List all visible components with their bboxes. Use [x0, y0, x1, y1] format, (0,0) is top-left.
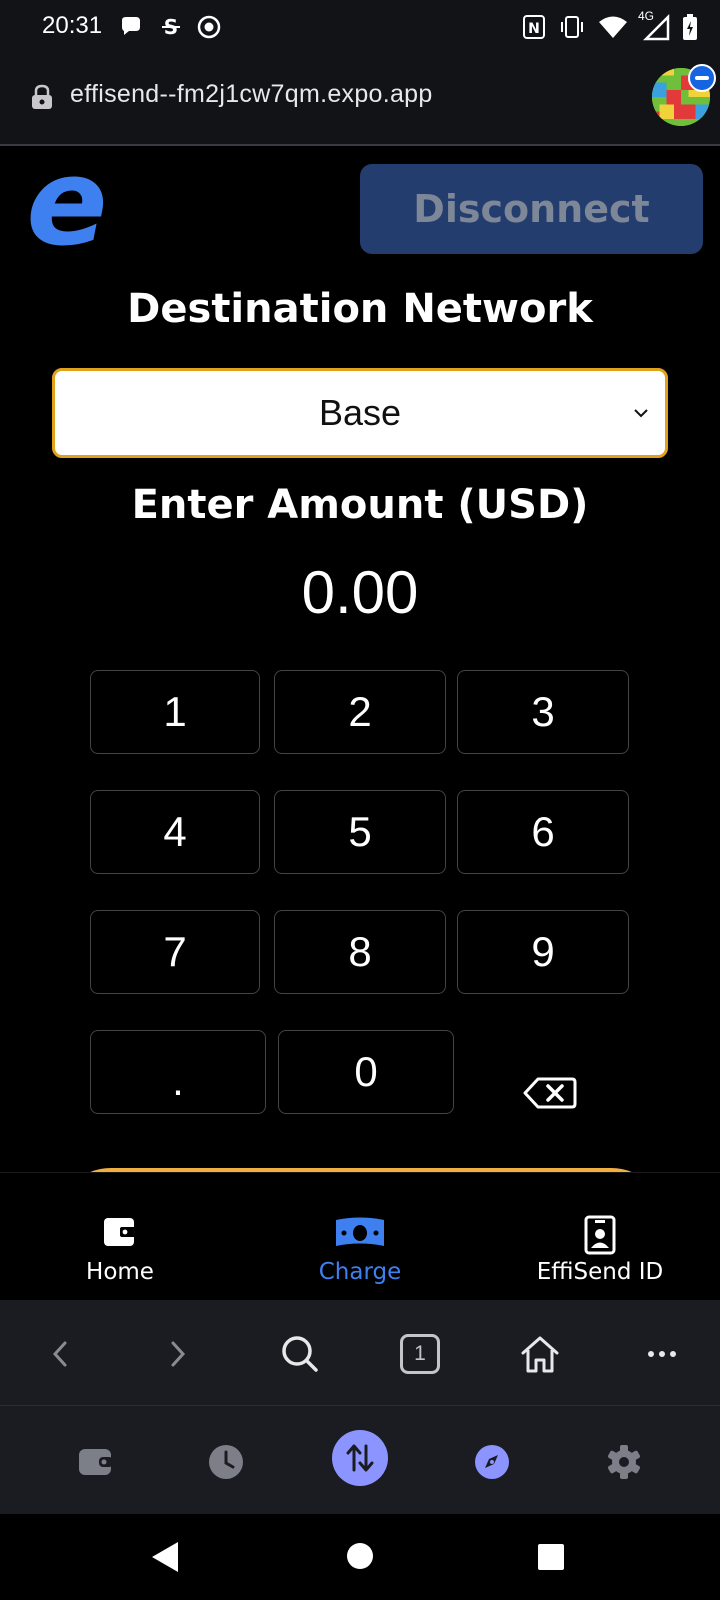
dock-explore-button[interactable] [464, 1434, 520, 1490]
nav-home-icon[interactable] [346, 1542, 374, 1570]
tab-effisend-id[interactable]: EffiSend ID [480, 1173, 720, 1301]
clock-icon [209, 1445, 243, 1479]
keypad-key-0[interactable]: 0 [278, 1030, 454, 1114]
wifi-icon [599, 16, 627, 38]
dock-transfer-button[interactable] [332, 1430, 388, 1486]
keypad-key-9[interactable]: 9 [457, 910, 629, 994]
gear-icon [608, 1445, 640, 1479]
compass-icon [475, 1445, 509, 1479]
chevron-down-icon [634, 409, 648, 418]
url-text[interactable]: effisend--fm2j1cw7qm.expo.app [70, 80, 433, 109]
lock-icon[interactable] [30, 84, 54, 110]
keypad-key-decimal[interactable]: . [90, 1030, 266, 1114]
house-icon [521, 1336, 559, 1373]
tab-switcher-button[interactable]: 1 [400, 1334, 440, 1374]
more-dots-icon [648, 1351, 676, 1357]
dock-wallet-button[interactable] [68, 1434, 124, 1490]
avatar-badge [688, 64, 716, 92]
battery-icon [683, 14, 697, 40]
menu-button[interactable] [638, 1330, 686, 1378]
id-badge-icon [584, 1215, 616, 1255]
record-icon [197, 15, 221, 39]
nfc-icon: N [523, 15, 545, 39]
effisend-logo: e [26, 160, 107, 256]
logo-letter: e [26, 160, 107, 256]
tab-home-label: Home [86, 1259, 154, 1285]
backspace-icon[interactable] [522, 1076, 578, 1110]
network-select-value: Base [318, 392, 402, 433]
status-time: 20:31 [42, 12, 103, 39]
system-nav-bar [0, 1514, 720, 1600]
keypad-key-5[interactable]: 5 [274, 790, 446, 874]
status-indicators: N 4G [522, 9, 698, 42]
s-icon: S [162, 15, 180, 39]
network-select[interactable]: Base [52, 368, 668, 458]
dock-history-button[interactable] [198, 1434, 254, 1490]
keypad-key-2[interactable]: 2 [274, 670, 446, 754]
vibrate-icon [561, 16, 583, 38]
tab-charge[interactable]: Charge [240, 1173, 480, 1301]
keypad-key-1[interactable]: 1 [90, 670, 260, 754]
disconnect-button[interactable]: Disconnect [360, 164, 703, 254]
swap-arrows-icon [346, 1444, 374, 1472]
enter-amount-title: Enter Amount (USD) [131, 482, 589, 528]
app-content: e Disconnect Destination Network Base En… [0, 148, 720, 1298]
network-type: 4G [638, 9, 655, 23]
keypad-key-6[interactable]: 6 [457, 790, 629, 874]
search-button[interactable] [276, 1330, 324, 1378]
tab-home[interactable]: Home [0, 1173, 240, 1301]
browser-toolbar: 1 [0, 1300, 720, 1406]
tab-charge-label: Charge [318, 1259, 402, 1285]
dock-settings-button[interactable] [596, 1434, 652, 1490]
destination-network-title: Destination Network [127, 286, 593, 332]
keypad-key-7[interactable]: 7 [90, 910, 260, 994]
money-icon [336, 1217, 384, 1246]
wallet-icon [79, 1449, 113, 1475]
svg-text:N: N [528, 21, 540, 37]
amount-display: 0.00 [301, 559, 419, 626]
browser-url-bar[interactable]: effisend--fm2j1cw7qm.expo.app [0, 54, 720, 146]
signal-icon: 4G [638, 9, 670, 41]
tab-effisend-id-label: EffiSend ID [536, 1259, 664, 1285]
bottom-tab-bar: Home Charge EffiSend ID [0, 1172, 720, 1300]
home-button[interactable] [516, 1330, 564, 1378]
nav-recents-icon[interactable] [538, 1544, 564, 1570]
forward-button[interactable] [154, 1330, 202, 1378]
keypad-key-8[interactable]: 8 [274, 910, 446, 994]
wallet-icon [104, 1218, 136, 1246]
back-button[interactable] [36, 1330, 84, 1378]
keypad-key-4[interactable]: 4 [90, 790, 260, 874]
chevron-left-icon [52, 1341, 67, 1367]
chat-bubble-icon [122, 17, 140, 35]
nav-back-icon[interactable] [150, 1540, 180, 1574]
search-icon [282, 1336, 318, 1372]
status-bar: 20:31 S N 4G [0, 0, 720, 54]
chevron-right-icon [171, 1341, 186, 1367]
keypad-key-3[interactable]: 3 [457, 670, 629, 754]
wallet-dock [0, 1406, 720, 1514]
